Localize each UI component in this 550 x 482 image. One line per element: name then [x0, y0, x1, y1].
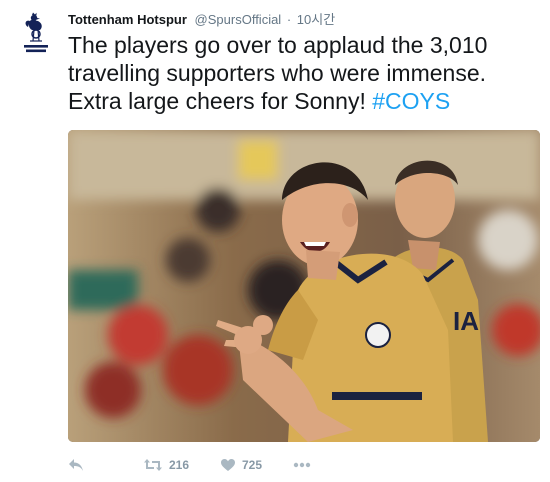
tweet-header: Tottenham Hotspur @SpursOfficial · 10시간 — [68, 12, 335, 28]
more-icon — [293, 462, 311, 468]
like-button[interactable]: 725 — [220, 455, 262, 475]
separator-dot: · — [286, 12, 292, 27]
tweet-text: The players go over to applaud the 3,010… — [68, 31, 538, 115]
retweet-button[interactable]: 216 — [143, 455, 189, 475]
tweet-text-line-1: The players go over to applaud the 3,010 — [68, 32, 488, 58]
tweet-text-line-3: Extra large cheers for Sonny! — [68, 88, 373, 114]
heart-icon — [221, 459, 235, 471]
reply-icon — [69, 459, 83, 471]
tweet-text-line-2: travelling supporters who were immense. — [68, 60, 487, 86]
spurs-logo-icon[interactable] — [20, 12, 52, 56]
more-button[interactable] — [293, 455, 311, 475]
author-name[interactable]: Tottenham Hotspur — [68, 12, 187, 27]
retweet-count: 216 — [169, 458, 190, 472]
svg-text:IA: IA — [453, 306, 479, 336]
tweet-timestamp[interactable]: 10시간 — [297, 12, 335, 27]
author-handle[interactable]: @SpursOfficial — [195, 12, 282, 27]
tweet: Tottenham Hotspur @SpursOfficial · 10시간 … — [0, 0, 550, 482]
tweet-photo[interactable]: IA — [68, 130, 540, 442]
reply-button[interactable] — [68, 455, 84, 475]
tweet-actions: 216 725 — [68, 455, 538, 475]
retweet-icon — [144, 459, 162, 471]
hashtag-link[interactable]: #COYS — [372, 88, 450, 114]
like-count: 725 — [242, 458, 263, 472]
